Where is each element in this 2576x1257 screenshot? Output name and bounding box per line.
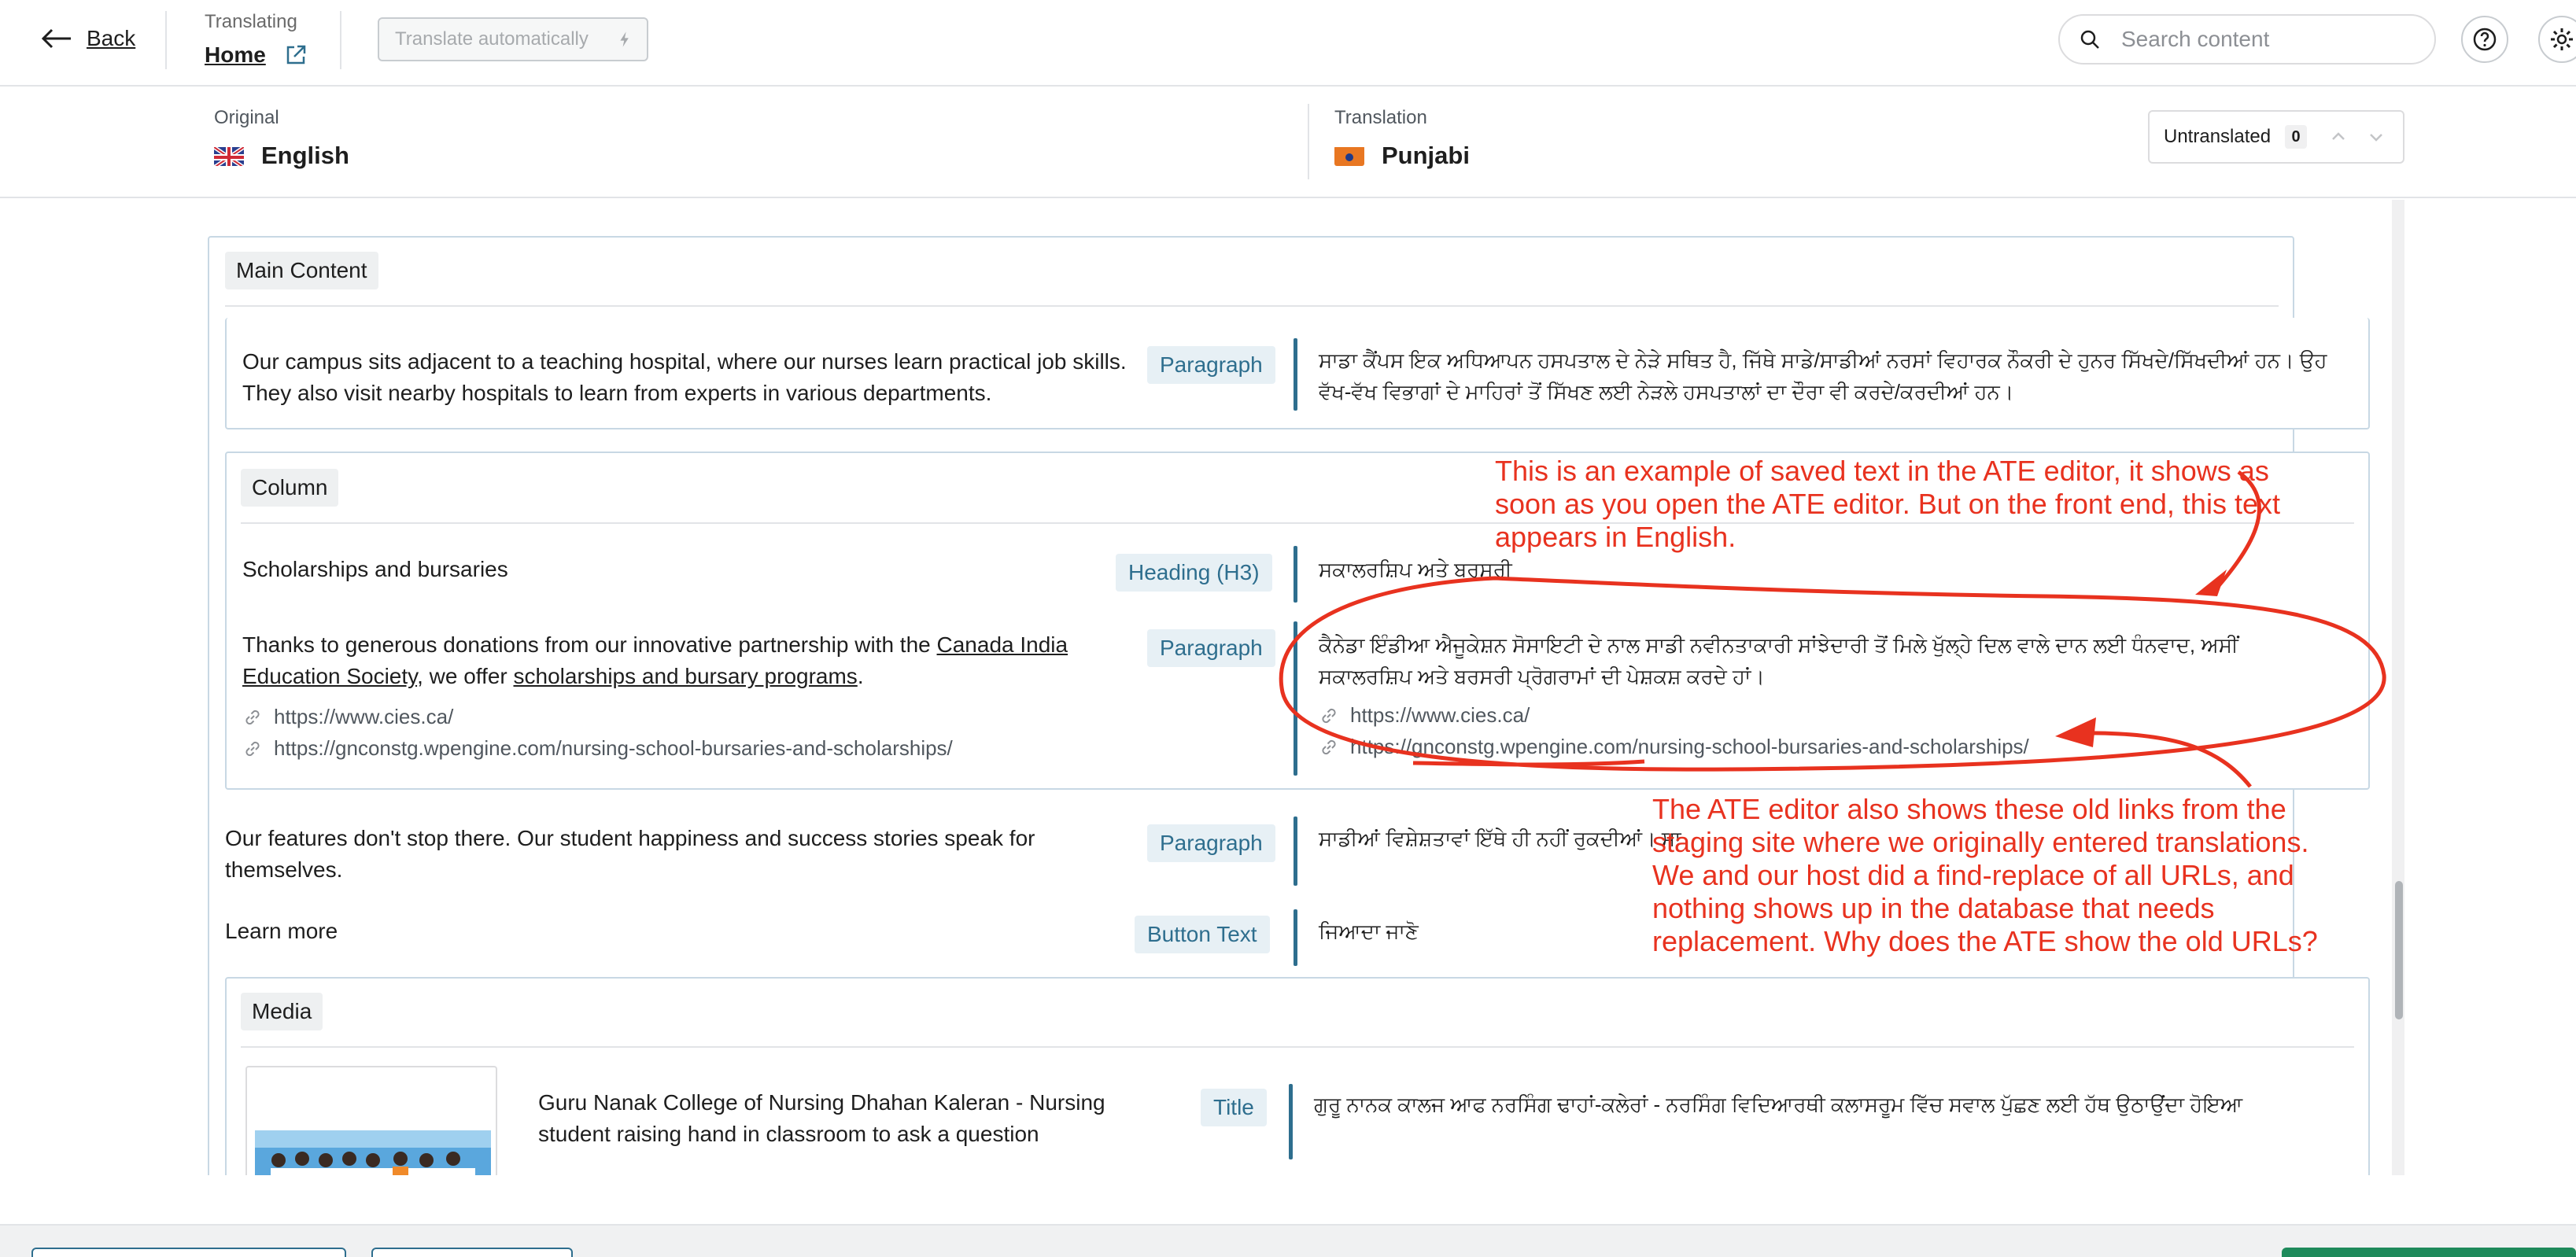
source-text-campus: Our campus sits adjacent to a teaching h… — [242, 349, 1127, 405]
link-icon — [1322, 739, 1336, 754]
original-language-name: English — [261, 142, 349, 169]
url-text: https://www.cies.ca/ — [1350, 703, 1530, 727]
untranslated-filter[interactable]: Untranslated 0 — [2148, 110, 2404, 164]
original-label: Original — [214, 107, 279, 128]
divider — [225, 305, 2279, 307]
translation-marker — [1294, 816, 1297, 886]
translating-label: Translating — [205, 11, 297, 32]
translate-automatically-label: Translate automatically — [395, 28, 589, 50]
translation-url-cies: https://www.cies.ca/ — [1319, 703, 1530, 728]
link-icon — [245, 710, 260, 724]
source-text-donations: Thanks to generous donations from our in… — [242, 629, 1139, 692]
translation-text-donations[interactable]: ਕੈਨੇਡਾ ਇੰਡੀਆ ਐਜੂਕੇਸ਼ਨ ਸੋਸਾਇਟੀ ਦੇ ਨਾਲ ਸਾਡ… — [1319, 629, 2334, 692]
help-button[interactable] — [2461, 16, 2508, 63]
divider — [165, 11, 167, 69]
translation-marker — [1294, 621, 1297, 776]
translation-marker — [1289, 1084, 1293, 1159]
translation-language-name: Punjabi — [1382, 142, 1470, 169]
translation-text-scholarships[interactable]: ਸਕਾਲਰਸ਼ਿਪ ਅਤੇ ਬਰਸਰੀ — [1319, 554, 1512, 585]
translation-marker — [1294, 338, 1297, 411]
footer-button[interactable] — [371, 1248, 573, 1257]
language-header: Original English Translation Punjabi Unt… — [0, 87, 2576, 198]
search-box[interactable] — [2058, 14, 2436, 65]
type-tag-button-text: Button Text — [1135, 916, 1270, 953]
help-icon — [2473, 28, 2497, 51]
section-label-column: Column — [241, 469, 339, 507]
translation-label: Translation — [1334, 107, 1427, 128]
type-tag-heading: Heading (H3) — [1116, 554, 1272, 592]
original-language: Original English — [214, 107, 349, 170]
translate-automatically-button[interactable]: Translate automatically — [378, 17, 648, 61]
link-icon — [245, 741, 260, 756]
annotation-old-links: The ATE editor also shows these old link… — [1652, 793, 2318, 957]
translation-text-learn-more[interactable]: ਜਿਆਦਾ ਜਾਣੋ — [1319, 916, 1419, 947]
translation-language: Translation Punjabi — [1334, 107, 1470, 170]
section-label-main-content: Main Content — [225, 252, 378, 289]
type-tag-paragraph: Paragraph — [1147, 629, 1275, 667]
source-text-part: . — [857, 664, 864, 688]
uk-flag-icon — [214, 146, 244, 166]
external-link-icon[interactable] — [285, 44, 307, 66]
url-text: https://www.cies.ca/ — [274, 705, 454, 728]
top-bar: Back Translating Home Translate automati… — [0, 0, 2576, 87]
punjabi-flag-icon — [1334, 146, 1364, 166]
scrollbar-track[interactable] — [2392, 200, 2404, 1175]
source-text-part: Thanks to generous donations from our in… — [242, 632, 937, 657]
next-untranslated-button[interactable] — [2360, 123, 2392, 151]
classroom-image — [255, 1130, 491, 1175]
annotation-saved-text: This is an example of saved text in the … — [1495, 455, 2280, 553]
translation-marker — [1294, 909, 1297, 966]
page-name-link[interactable]: Home — [205, 42, 266, 68]
source-link-scholarships[interactable]: scholarships and bursary programs — [514, 664, 858, 688]
source-text-learn-more: Learn more — [225, 919, 338, 943]
back-label: Back — [87, 26, 136, 50]
source-text-scholarships: Scholarships and bursaries — [242, 557, 508, 581]
lightning-icon — [620, 31, 629, 47]
search-icon — [2080, 30, 2099, 49]
divider — [340, 11, 341, 69]
arrow-left-icon — [41, 28, 71, 49]
url-text: https://gnconstg.wpengine.com/nursing-sc… — [1350, 735, 2029, 758]
translation-url-bursaries: https://gnconstg.wpengine.com/nursing-sc… — [1319, 735, 2029, 759]
type-tag-paragraph: Paragraph — [1147, 346, 1275, 384]
translation-text-media-title[interactable]: ਗੁਰੂ ਨਾਨਕ ਕਾਲਜ ਆਫ ਨਰਸਿੰਗ ਢਾਹਾਂ-ਕਲੇਰਾਂ - … — [1314, 1089, 2242, 1120]
complete-button[interactable] — [2282, 1248, 2576, 1257]
source-text-media-title: Guru Nanak College of Nursing Dhahan Kal… — [538, 1090, 1105, 1146]
source-text-part: , we offer — [417, 664, 514, 688]
previous-untranslated-button[interactable] — [2323, 123, 2354, 151]
source-url-cies: https://www.cies.ca/ — [242, 705, 453, 729]
translation-text-campus[interactable]: ਸਾਡਾ ਕੈਂਪਸ ਇਕ ਅਧਿਆਪਨ ਹਸਪਤਾਲ ਦੇ ਨੇੜੇ ਸਥਿਤ… — [1319, 345, 2334, 407]
translation-marker — [1294, 546, 1297, 603]
settings-button[interactable] — [2538, 16, 2576, 63]
translation-text-features[interactable]: ਸਾਡੀਆਂ ਵਿਸ਼ੇਸ਼ਤਾਵਾਂ ਇੱਥੇ ਹੀ ਨਹੀਂ ਰੁਕਦੀਆਂ… — [1319, 823, 1681, 854]
type-tag-title: Title — [1201, 1089, 1267, 1126]
link-icon — [1322, 708, 1336, 723]
chevron-down-icon — [2370, 134, 2382, 142]
section-label-media: Media — [241, 993, 323, 1030]
chevron-up-icon — [2332, 132, 2345, 140]
back-button[interactable]: Back — [41, 22, 135, 55]
url-text: https://gnconstg.wpengine.com/nursing-sc… — [274, 736, 953, 760]
divider — [241, 1046, 2354, 1048]
scrollbar-thumb[interactable] — [2395, 881, 2403, 1019]
gear-icon — [2551, 28, 2573, 50]
divider — [1308, 104, 1309, 179]
untranslated-count: 0 — [2285, 125, 2308, 149]
source-text-features: Our features don't stop there. Our stude… — [225, 826, 1035, 882]
translation-content: Main Content Our campus sits adjacent to… — [0, 200, 2576, 1175]
media-thumbnail[interactable] — [245, 1066, 497, 1175]
untranslated-label: Untranslated — [2164, 126, 2272, 147]
source-url-bursaries: https://gnconstg.wpengine.com/nursing-sc… — [242, 736, 953, 761]
translating-info: Translating Home — [205, 11, 307, 68]
search-input[interactable] — [2121, 27, 2404, 52]
footer-button[interactable] — [31, 1248, 346, 1257]
type-tag-paragraph: Paragraph — [1147, 824, 1275, 862]
